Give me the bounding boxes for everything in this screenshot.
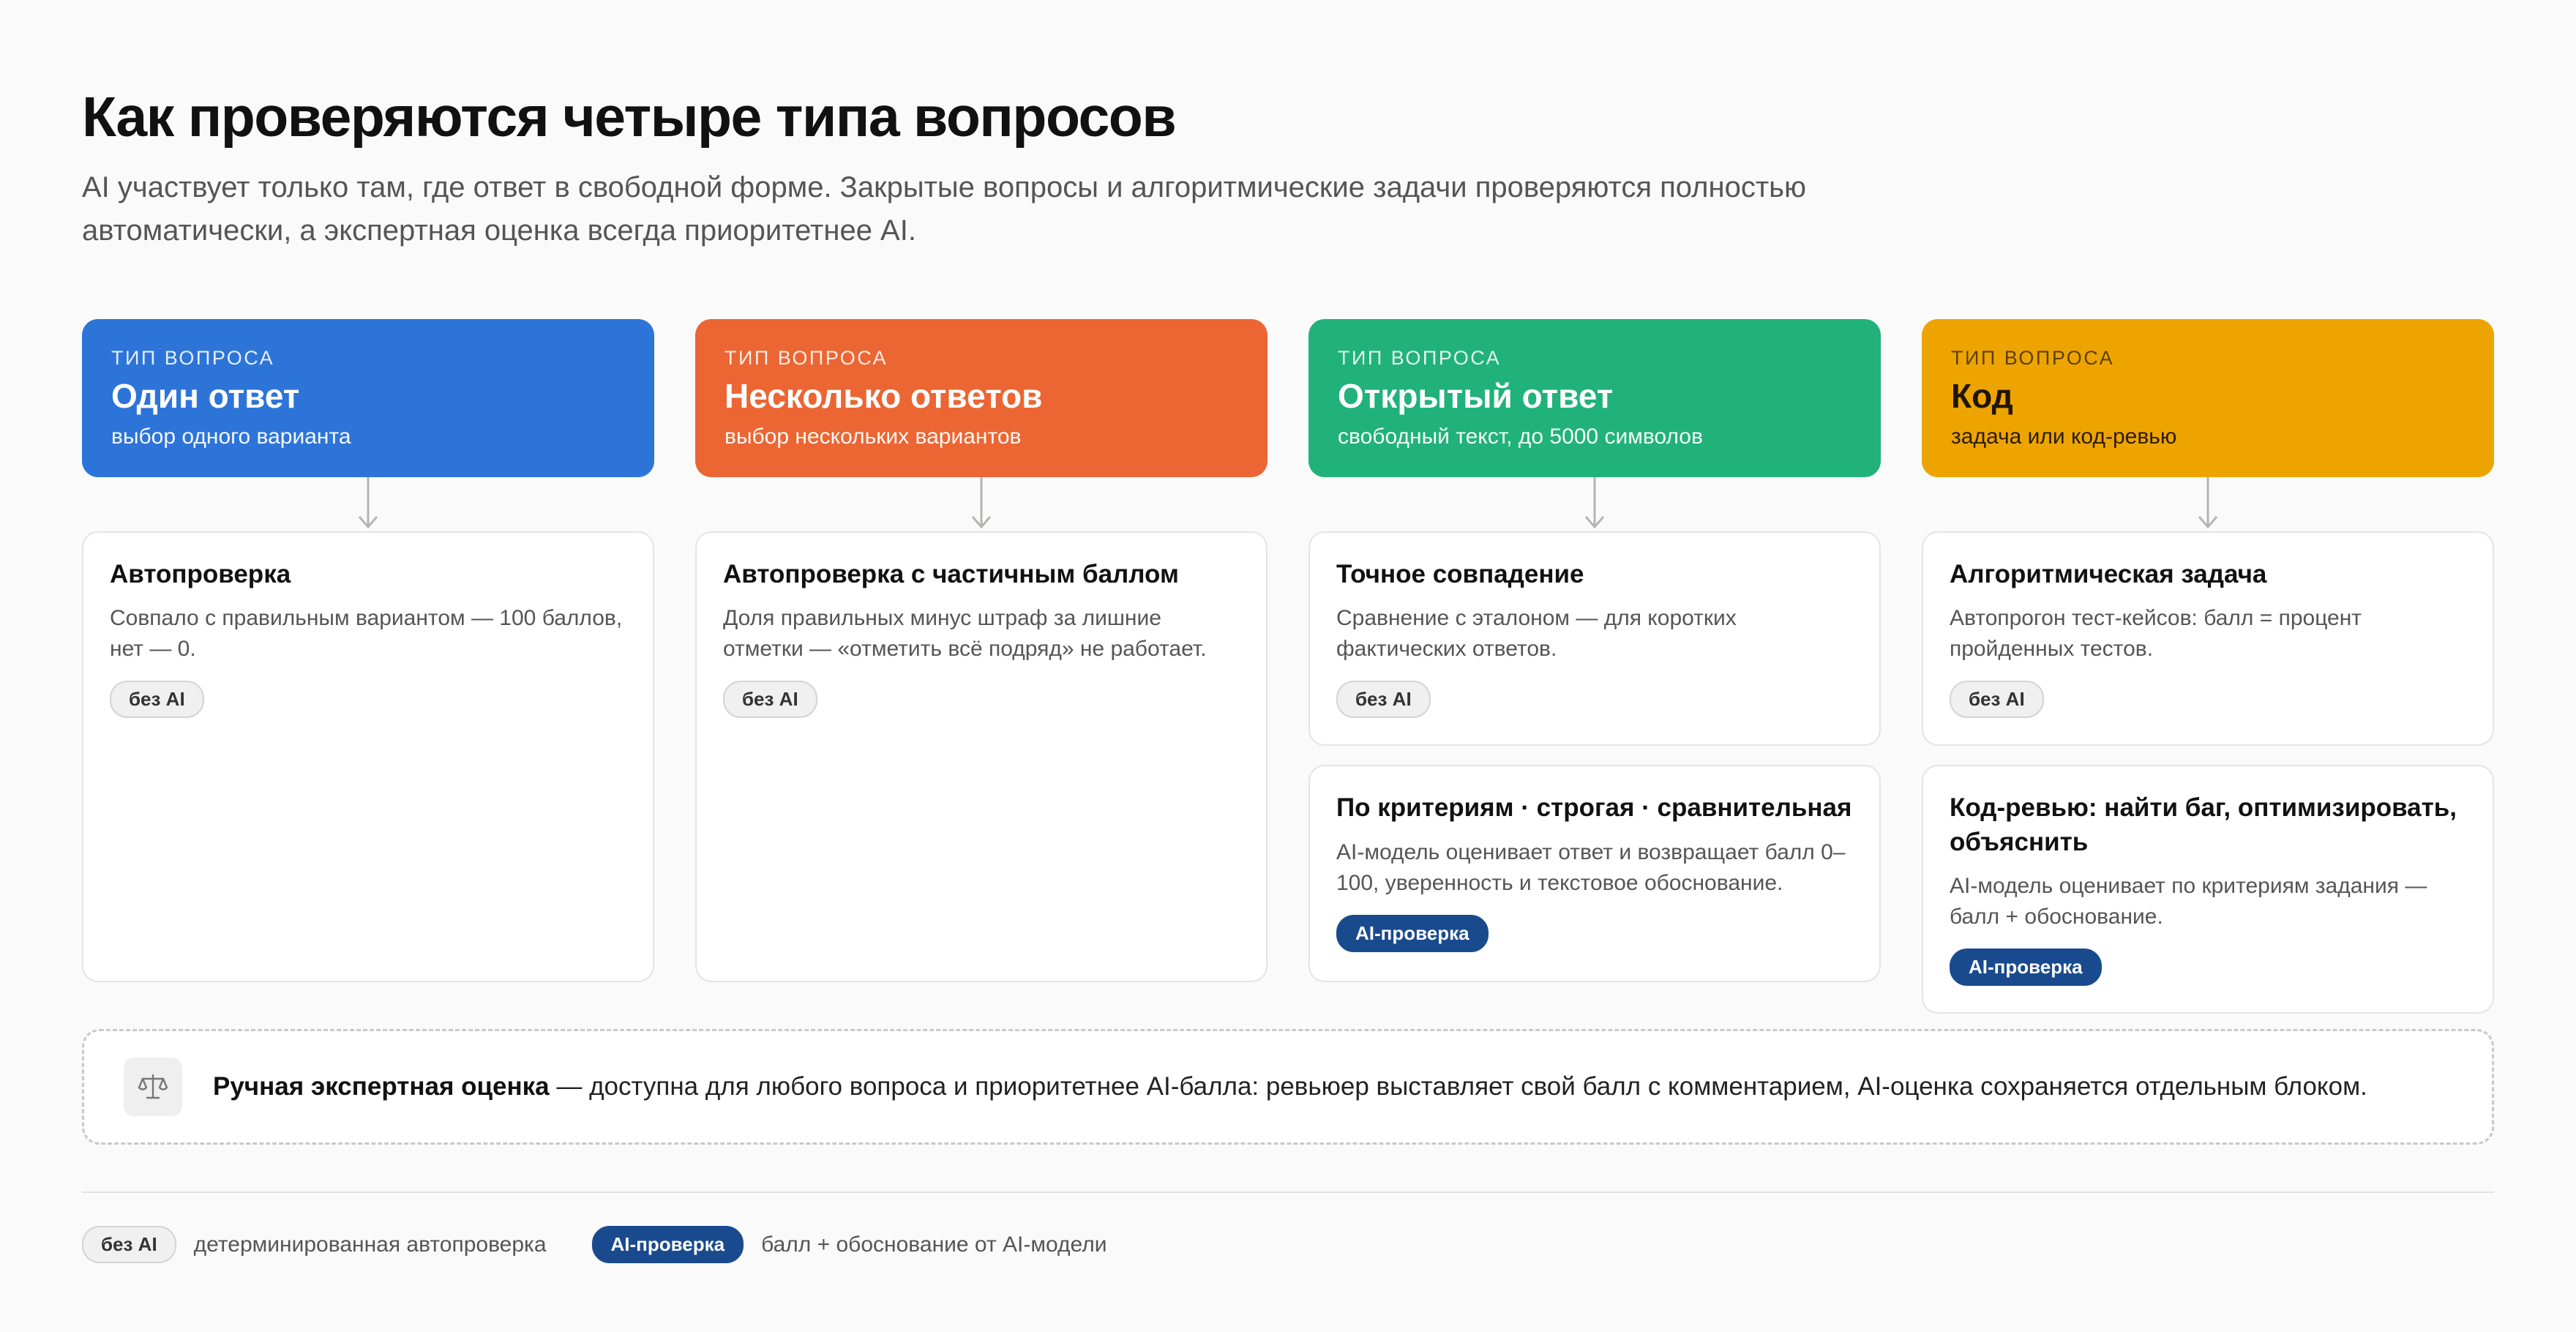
card-title: По критериям · строгая · сравнительная <box>1336 793 1852 823</box>
card-title: Код-ревью: найти баг, оптимизировать, об… <box>1950 793 2457 856</box>
card-text: AI-модель оценивает по критериям задания… <box>1950 873 2427 929</box>
ai-check-badge: AI-проверка <box>1336 914 1489 952</box>
card-title: Алгоритмическая задача <box>1950 560 2267 588</box>
card-title: Точное совпадение <box>1336 560 1584 588</box>
card-exact-match: Точное совпадение Сравнение с эталоном —… <box>1308 531 1881 747</box>
manual-review-note: Ручная экспертная оценка — доступна для … <box>82 1029 2494 1145</box>
no-ai-badge: без AI <box>723 681 817 719</box>
manual-review-description: — доступна для любого вопроса и приорите… <box>549 1072 2367 1101</box>
cards: Точное совпадение Сравнение с эталоном —… <box>1308 531 1881 982</box>
header-name: Несколько ответов <box>724 377 1043 415</box>
cards: Автопроверка с частичным баллом Доля пра… <box>695 531 1268 982</box>
card-text: Сравнение с эталоном — для коротких факт… <box>1336 606 1737 662</box>
page: Как проверяются четыре типа вопросов AI … <box>0 0 2576 1332</box>
header-kicker: ТИП ВОПРОСА <box>1338 347 1502 369</box>
legend: без AI детерминированная автопроверка AI… <box>82 1226 1152 1264</box>
arrow-down-icon <box>1922 477 2494 531</box>
cards: Автопроверка Совпало с правильным вариан… <box>82 531 654 982</box>
question-types: ТИП ВОПРОСА Один ответ выбор одного вари… <box>82 319 2494 1014</box>
header-kicker: ТИП ВОПРОСА <box>724 347 888 369</box>
legend-ai-text: балл + обоснование от AI-модели <box>761 1232 1107 1257</box>
header-kicker: ТИП ВОПРОСА <box>1951 347 2115 369</box>
column-single-answer: ТИП ВОПРОСА Один ответ выбор одного вари… <box>82 319 654 982</box>
header-desc: задача или код-ревью <box>1951 424 2177 449</box>
arrow-down-icon <box>695 477 1268 531</box>
legend-no-ai-text: детерминированная автопроверка <box>193 1232 547 1257</box>
card-algorithmic-task: Алгоритмическая задача Автопрогон тест-к… <box>1922 531 2494 747</box>
manual-review-text: Ручная экспертная оценка — доступна для … <box>213 1072 2367 1101</box>
legend-ai-badge: AI-проверка <box>591 1226 744 1264</box>
no-ai-badge: без AI <box>1336 681 1431 719</box>
header-kicker: ТИП ВОПРОСА <box>111 347 275 369</box>
card-autocheck: Автопроверка Совпало с правильным вариан… <box>82 531 654 982</box>
divider <box>82 1191 2494 1193</box>
header-single-answer: ТИП ВОПРОСА Один ответ выбор одного вари… <box>82 319 654 477</box>
cards: Алгоритмическая задача Автопрогон тест-к… <box>1922 531 2494 1014</box>
card-code-review: Код-ревью: найти баг, оптимизировать, об… <box>1922 765 2494 1014</box>
scales-icon <box>124 1058 182 1116</box>
legend-no-ai-badge: без AI <box>82 1226 176 1264</box>
arrow-down-icon <box>82 477 654 531</box>
header-code: ТИП ВОПРОСА Код задача или код-ревью <box>1922 319 2494 477</box>
card-criteria: По критериям · строгая · сравнительная A… <box>1308 765 1881 982</box>
ai-check-badge: AI-проверка <box>1950 948 2102 986</box>
page-title: Как проверяются четыре типа вопросов <box>82 86 1177 149</box>
column-multiple-answers: ТИП ВОПРОСА Несколько ответов выбор неск… <box>695 319 1268 982</box>
column-open-answer: ТИП ВОПРОСА Открытый ответ свободный тек… <box>1308 319 1881 982</box>
arrow-down-icon <box>1308 477 1881 531</box>
card-text: AI-модель оценивает ответ и возвращает б… <box>1336 839 1846 895</box>
header-desc: свободный текст, до 5000 символов <box>1338 424 1703 449</box>
header-multiple-answers: ТИП ВОПРОСА Несколько ответов выбор неск… <box>695 319 1268 477</box>
no-ai-badge: без AI <box>110 681 204 719</box>
page-subtitle: AI участвует только там, где ответ в сво… <box>82 171 1806 247</box>
header-name: Один ответ <box>111 377 300 415</box>
manual-review-title: Ручная экспертная оценка <box>213 1072 550 1101</box>
card-title: Автопроверка с частичным баллом <box>723 560 1179 588</box>
header-open-answer: ТИП ВОПРОСА Открытый ответ свободный тек… <box>1308 319 1881 477</box>
no-ai-badge: без AI <box>1950 681 2044 719</box>
card-title: Автопроверка <box>110 560 291 588</box>
header-name: Открытый ответ <box>1338 377 1614 415</box>
card-text: Автопрогон тест-кейсов: балл = процент п… <box>1950 606 2362 662</box>
header-desc: выбор одного варианта <box>111 424 351 449</box>
header-desc: выбор нескольких вариантов <box>724 424 1022 449</box>
header-name: Код <box>1951 377 2013 415</box>
card-text: Доля правильных минус штраф за лишние от… <box>723 606 1207 662</box>
column-code: ТИП ВОПРОСА Код задача или код-ревью Алг… <box>1922 319 2494 1014</box>
card-partial-autocheck: Автопроверка с частичным баллом Доля пра… <box>695 531 1268 982</box>
card-text: Совпало с правильным вариантом — 100 бал… <box>110 606 623 662</box>
